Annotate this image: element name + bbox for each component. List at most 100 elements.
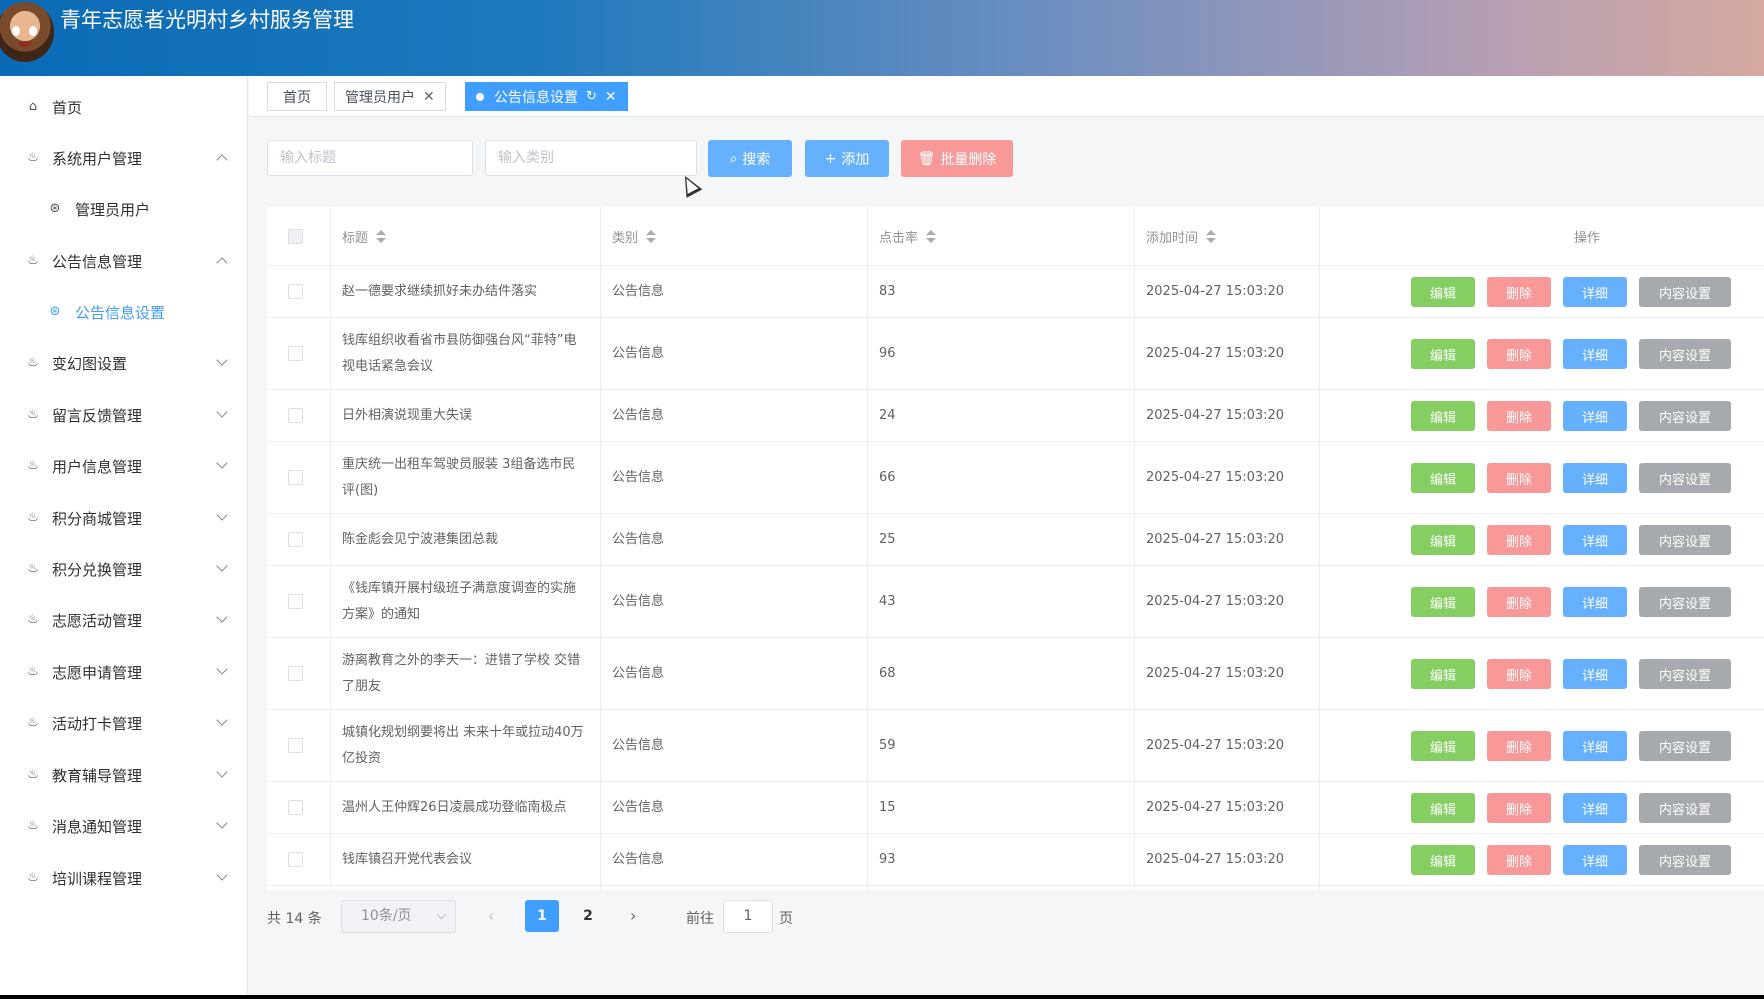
next-page-button[interactable]: › [630, 906, 636, 925]
row-checkbox[interactable] [288, 852, 303, 867]
header-clicks[interactable]: 点击率 [879, 207, 937, 266]
content-settings-button[interactable]: 内容设置 [1639, 525, 1731, 555]
page-size-select[interactable]: 10条/页 [341, 900, 456, 933]
sidebar-item-feedback[interactable]: ♨ 留言反馈管理 [0, 395, 248, 435]
delete-button[interactable]: 删除 [1487, 659, 1551, 689]
detail-button[interactable]: 详细 [1563, 659, 1627, 689]
detail-button[interactable]: 详细 [1563, 731, 1627, 761]
prev-page-button[interactable]: ‹ [488, 906, 494, 925]
cell-clicks: 93 [879, 852, 896, 867]
bowl-icon: ♨ [27, 767, 39, 782]
row-checkbox[interactable] [288, 532, 303, 547]
delete-button[interactable]: 删除 [1487, 793, 1551, 823]
header-title[interactable]: 标题 [342, 207, 387, 266]
sidebar-item-volunteer-apply[interactable]: ♨ 志愿申请管理 [0, 652, 248, 692]
column-divider [867, 207, 868, 890]
delete-button[interactable]: 删除 [1487, 277, 1551, 307]
edit-button[interactable]: 编辑 [1411, 463, 1475, 493]
close-icon[interactable]: ✕ [423, 89, 435, 105]
avatar[interactable] [0, 2, 54, 62]
content-settings-button[interactable]: 内容设置 [1639, 659, 1731, 689]
column-divider [1134, 207, 1135, 890]
detail-button[interactable]: 详细 [1563, 339, 1627, 369]
content-settings-button[interactable]: 内容设置 [1639, 339, 1731, 369]
row-checkbox[interactable] [288, 666, 303, 681]
edit-button[interactable]: 编辑 [1411, 525, 1475, 555]
row-checkbox[interactable] [288, 284, 303, 299]
sidebar-item-checkin[interactable]: ♨ 活动打卡管理 [0, 703, 248, 743]
edit-button[interactable]: 编辑 [1411, 587, 1475, 617]
sort-icon[interactable] [1206, 229, 1217, 244]
edit-button[interactable]: 编辑 [1411, 731, 1475, 761]
tab-home[interactable]: 首页 [267, 82, 327, 111]
edit-button[interactable]: 编辑 [1411, 793, 1475, 823]
detail-button[interactable]: 详细 [1563, 525, 1627, 555]
detail-button[interactable]: 详细 [1563, 845, 1627, 875]
sidebar-item-training[interactable]: ♨ 培训课程管理 [0, 858, 248, 898]
sort-icon[interactable] [646, 229, 657, 244]
row-checkbox[interactable] [288, 594, 303, 609]
sidebar-item-volunteer-activity[interactable]: ♨ 志愿活动管理 [0, 600, 248, 640]
tab-admin-users[interactable]: 管理员用户 ✕ [334, 82, 446, 111]
page-1-button[interactable]: 1 [525, 900, 559, 932]
detail-button[interactable]: 详细 [1563, 793, 1627, 823]
close-icon[interactable]: ✕ [605, 89, 617, 105]
chevron-down-icon [216, 509, 228, 521]
content-settings-button[interactable]: 内容设置 [1639, 845, 1731, 875]
detail-button[interactable]: 详细 [1563, 463, 1627, 493]
title-search-input[interactable]: 输入标题 [267, 140, 473, 176]
sidebar-item-admin-users[interactable]: ⊛ 管理员用户 [0, 189, 248, 229]
sidebar-item-system-users[interactable]: ♨ 系统用户管理 [0, 138, 248, 178]
sidebar-item-user-info[interactable]: ♨ 用户信息管理 [0, 446, 248, 486]
sort-icon[interactable] [926, 229, 937, 244]
sidebar-item-points-exchange[interactable]: ♨ 积分兑换管理 [0, 549, 248, 589]
page-2-button[interactable]: 2 [571, 900, 605, 932]
row-checkbox[interactable] [288, 738, 303, 753]
header-category[interactable]: 类别 [612, 207, 657, 266]
sidebar-item-messages[interactable]: ♨ 消息通知管理 [0, 806, 248, 846]
delete-button[interactable]: 删除 [1487, 731, 1551, 761]
tab-notice-settings[interactable]: 公告信息设置 ↻ ✕ [465, 82, 628, 111]
tabs-bar: 首页 管理员用户 ✕ 公告信息设置 ↻ ✕ [249, 76, 1764, 117]
select-all-checkbox[interactable] [288, 229, 303, 244]
sidebar-item-carousel[interactable]: ♨ 变幻图设置 [0, 343, 248, 383]
content-settings-button[interactable]: 内容设置 [1639, 463, 1731, 493]
content-settings-button[interactable]: 内容设置 [1639, 401, 1731, 431]
header-time[interactable]: 添加时间 [1146, 207, 1217, 266]
content-settings-button[interactable]: 内容设置 [1639, 587, 1731, 617]
edit-button[interactable]: 编辑 [1411, 401, 1475, 431]
edit-button[interactable]: 编辑 [1411, 659, 1475, 689]
delete-button[interactable]: 删除 [1487, 463, 1551, 493]
row-checkbox[interactable] [288, 346, 303, 361]
search-button[interactable]: ⌕ 搜索 [708, 140, 792, 177]
detail-button[interactable]: 详细 [1563, 401, 1627, 431]
sidebar-item-tutoring[interactable]: ♨ 教育辅导管理 [0, 755, 248, 795]
delete-button[interactable]: 删除 [1487, 587, 1551, 617]
sidebar-item-home[interactable]: ⌂ 首页 [0, 87, 248, 127]
delete-button[interactable]: 删除 [1487, 845, 1551, 875]
content-settings-button[interactable]: 内容设置 [1639, 793, 1731, 823]
add-button[interactable]: + 添加 [805, 140, 889, 177]
refresh-icon[interactable]: ↻ [586, 89, 597, 104]
edit-button[interactable]: 编辑 [1411, 277, 1475, 307]
delete-button[interactable]: 删除 [1487, 339, 1551, 369]
sort-icon[interactable] [376, 229, 387, 244]
tab-label: 首页 [283, 89, 311, 106]
row-checkbox[interactable] [288, 408, 303, 423]
edit-button[interactable]: 编辑 [1411, 845, 1475, 875]
content-settings-button[interactable]: 内容设置 [1639, 731, 1731, 761]
content-settings-button[interactable]: 内容设置 [1639, 277, 1731, 307]
detail-button[interactable]: 详细 [1563, 277, 1627, 307]
batch-delete-button[interactable]: 🗑 批量删除 [901, 140, 1013, 177]
goto-page-input[interactable]: 1 [723, 900, 773, 933]
detail-button[interactable]: 详细 [1563, 587, 1627, 617]
sidebar-item-notice-management[interactable]: ♨ 公告信息管理 [0, 241, 248, 281]
edit-button[interactable]: 编辑 [1411, 339, 1475, 369]
category-search-input[interactable]: 输入类别 [485, 140, 697, 176]
delete-button[interactable]: 删除 [1487, 525, 1551, 555]
delete-button[interactable]: 删除 [1487, 401, 1551, 431]
sidebar-item-points-mall[interactable]: ♨ 积分商城管理 [0, 498, 248, 538]
row-checkbox[interactable] [288, 470, 303, 485]
sidebar-item-notice-settings[interactable]: ⊛ 公告信息设置 [0, 292, 248, 332]
row-checkbox[interactable] [288, 800, 303, 815]
